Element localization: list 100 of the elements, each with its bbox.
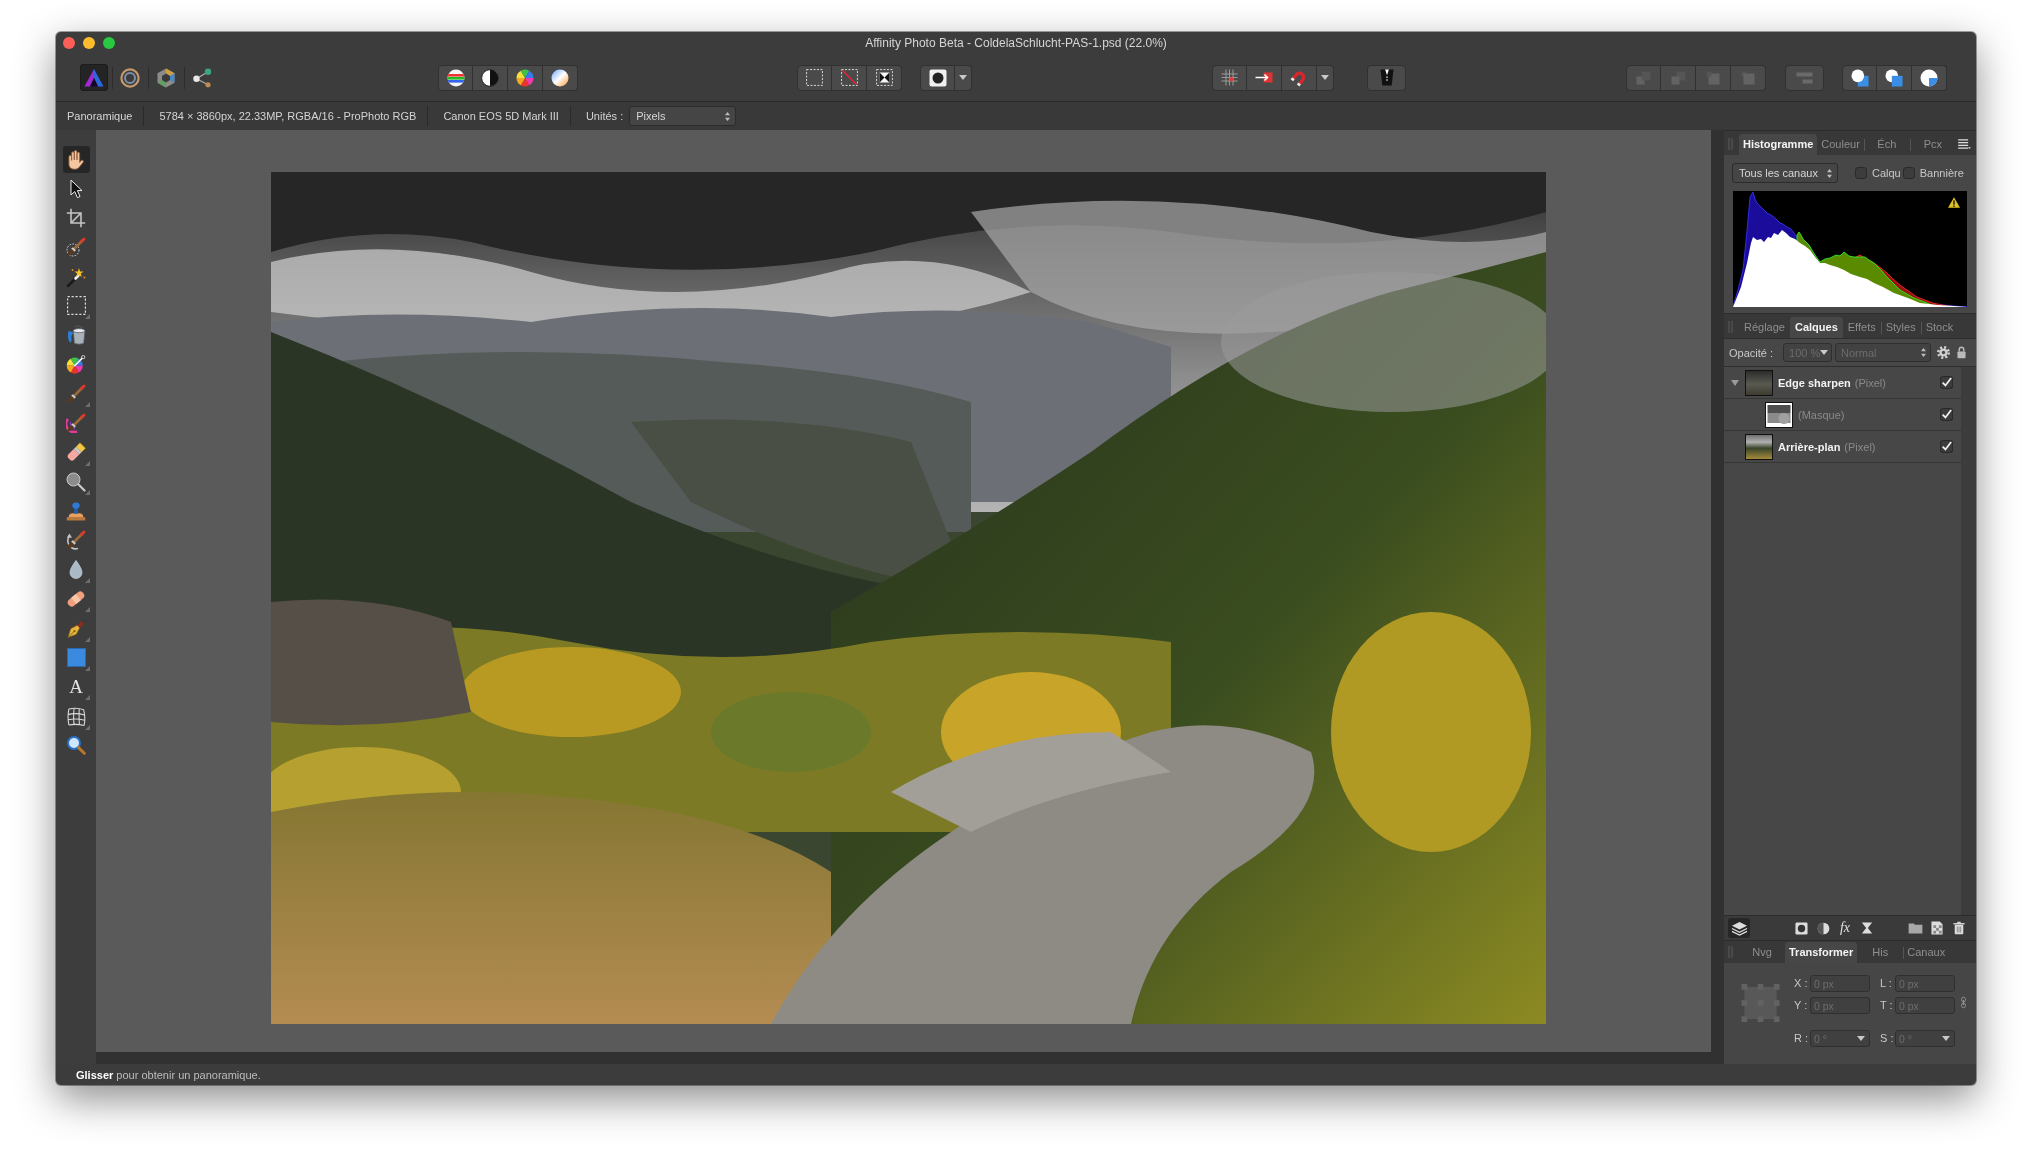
checkered-page-icon <box>1931 921 1943 935</box>
layer-type: (Pixel) <box>1844 440 1876 453</box>
stacked-squares-icon <box>1705 70 1721 85</box>
stacked-squares-icon <box>1670 70 1686 85</box>
toolbar-button[interactable] <box>920 64 955 91</box>
settings-icon[interactable] <box>1937 346 1951 359</box>
toolbar-button[interactable] <box>1842 64 1877 91</box>
crop-icon <box>66 208 86 229</box>
toolbar-button[interactable] <box>797 64 832 91</box>
caret-icon <box>1942 1036 1950 1041</box>
hourglass-icon <box>1861 922 1873 934</box>
text-tool-button[interactable]: A <box>62 673 90 701</box>
caret-icon <box>959 75 967 80</box>
caret-icon <box>1857 1036 1865 1041</box>
opacity-label: Opacité : <box>1729 346 1774 359</box>
panel-tab[interactable]: Transformer <box>1785 942 1858 963</box>
drop-icon <box>69 560 83 580</box>
field-label: S : <box>1879 1031 1895 1046</box>
visibility-checkbox[interactable] <box>1940 376 1953 389</box>
toolbar-button[interactable] <box>438 64 473 91</box>
gradient-circle-icon <box>551 68 569 87</box>
stamp-icon <box>66 501 86 521</box>
pen-nib-icon <box>66 618 86 638</box>
circle-square-icon <box>1794 921 1808 935</box>
brush-arc-icon <box>66 413 86 434</box>
layer-row[interactable]: Arrière-plan (Pixel) <box>1724 431 1961 463</box>
field-label: T : <box>1879 998 1894 1013</box>
panel-tab[interactable]: Nvg <box>1739 942 1785 963</box>
arrow-box-icon <box>1255 72 1273 83</box>
paint-bucket-icon <box>66 325 86 346</box>
toolbar-button[interactable] <box>473 64 508 91</box>
trash-icon <box>1953 921 1965 935</box>
layers-icon <box>1730 920 1748 936</box>
rings-icon <box>120 67 140 88</box>
layer-type: (Pixel) <box>1854 376 1886 389</box>
visibility-checkbox[interactable] <box>1940 408 1953 421</box>
updown-arrows-icon <box>1827 168 1832 178</box>
circle-square-icon <box>928 68 947 87</box>
magic-wand-icon <box>66 266 86 287</box>
units-dropdown[interactable]: Pixels <box>629 106 737 126</box>
marquee-icon <box>66 296 86 316</box>
mesh-grid-icon <box>66 706 86 726</box>
square-icon <box>66 648 86 668</box>
panel-tab[interactable]: Calques <box>1790 317 1843 338</box>
camera-model: Canon EOS 5D Mark III <box>443 110 559 122</box>
persona-button[interactable] <box>80 64 108 91</box>
toolbar-button[interactable] <box>1247 64 1282 91</box>
dotted-brush-icon <box>66 237 86 258</box>
checkbox-label: Bannière <box>1919 167 1964 179</box>
pointer-icon <box>69 178 83 199</box>
dropdown-button[interactable] <box>955 64 972 91</box>
panel-tab[interactable]: Effets <box>1842 317 1881 338</box>
layer-name: Arrière-plan <box>1778 440 1841 453</box>
layers-button[interactable] <box>1728 918 1750 938</box>
effects-button[interactable]: fx <box>1835 918 1855 938</box>
panel-tab[interactable]: Réglage <box>1739 317 1790 338</box>
paintbrush-icon <box>66 383 86 404</box>
color-wheel-icon <box>66 355 86 375</box>
toolbar-button[interactable] <box>867 64 902 91</box>
toolbar-button[interactable] <box>1877 64 1912 91</box>
disclosure-triangle-icon[interactable] <box>1731 379 1739 386</box>
hand-icon <box>68 149 84 170</box>
chain-link-icon[interactable] <box>1961 996 1966 1009</box>
hexagon-icon <box>157 67 175 88</box>
panel-tab[interactable]: Couleur <box>1817 134 1864 155</box>
layer-type: (Masque) <box>1798 408 1845 421</box>
square-over-circle-icon <box>1885 68 1903 87</box>
toolbar-button[interactable] <box>543 64 578 91</box>
layer-name: Edge sharpen <box>1778 376 1851 389</box>
brush-arrow-icon <box>66 530 86 551</box>
layer-thumbnail <box>1745 433 1773 460</box>
lock-icon[interactable] <box>1957 346 1967 359</box>
toolbar-button[interactable] <box>508 64 543 91</box>
checkbox[interactable] <box>1855 167 1867 179</box>
panel-tab[interactable]: Histogramme <box>1739 134 1818 155</box>
share-icon <box>192 67 212 88</box>
panel-menu-icon[interactable] <box>1958 139 1971 149</box>
document-info: 5784 × 3860px, 22.33MP, RGBA/16 - ProPhoto RGB <box>159 110 417 122</box>
dropdown-button[interactable] <box>1317 64 1334 91</box>
panel-tab[interactable]: His <box>1857 942 1904 963</box>
stacked-squares-icon <box>1636 70 1651 85</box>
checkbox[interactable] <box>1902 167 1915 179</box>
layer-row[interactable]: (Masque) <box>1724 399 1961 431</box>
toolbar-button[interactable] <box>832 64 867 91</box>
channel-dropdown[interactable]: Tous les canaux <box>1732 163 1838 183</box>
layer-row[interactable]: Edge sharpen (Pixel) <box>1724 367 1961 399</box>
caret-icon <box>1820 350 1829 355</box>
close-button[interactable] <box>63 37 75 49</box>
magnifier-icon <box>66 735 86 755</box>
zoom-button[interactable] <box>103 37 115 49</box>
status-text: Glisser pour obtenir un panoramique. <box>76 1068 261 1081</box>
inverted-square-icon <box>875 69 893 86</box>
minimize-button[interactable] <box>83 37 95 49</box>
window-title: Affinity Photo Beta - ColdelaSchlucht-PAS-1.psd (22.0%) <box>865 36 1167 50</box>
tool-button[interactable] <box>62 146 90 173</box>
field-label: L : <box>1879 976 1893 991</box>
visibility-checkbox[interactable] <box>1940 440 1953 453</box>
updown-arrows-icon <box>725 111 731 121</box>
toolbar-button[interactable] <box>1912 64 1947 91</box>
checkbox-label: Calqu <box>1872 167 1901 179</box>
